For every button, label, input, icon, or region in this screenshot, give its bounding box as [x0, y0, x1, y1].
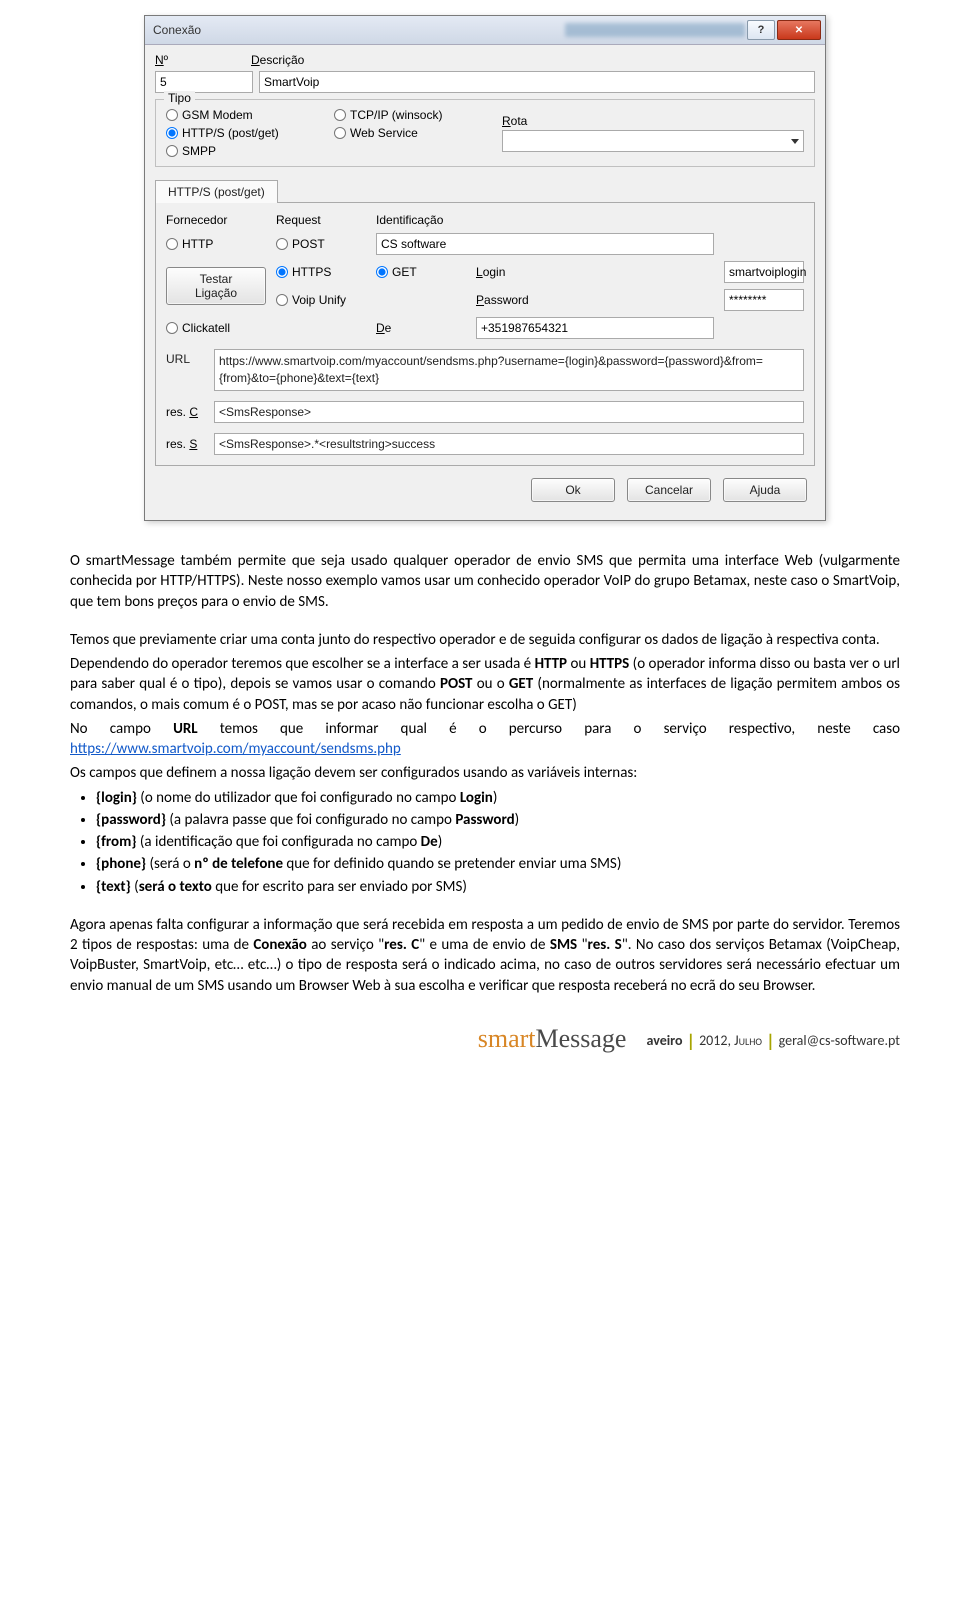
radio-gsm[interactable]: GSM Modem	[166, 108, 326, 122]
radio-http[interactable]: HTTP	[166, 237, 266, 251]
radio-clickatell[interactable]: Clickatell	[166, 321, 266, 335]
radio-webservice[interactable]: Web Service	[334, 126, 494, 140]
password-field[interactable]: ********	[724, 289, 804, 311]
para-2: Temos que previamente criar uma conta ju…	[70, 630, 900, 650]
identificacao-label: Identificação	[376, 213, 714, 227]
radio-tcpip[interactable]: TCP/IP (winsock)	[334, 108, 494, 122]
para-6: Agora apenas falta configurar a informaç…	[70, 915, 900, 996]
rota-label: Rota	[502, 114, 804, 128]
ress-label: res. S	[166, 437, 206, 451]
para-1: O smartMessage também permite que seja u…	[70, 551, 900, 612]
de-label: De	[376, 321, 466, 335]
url-field[interactable]: https://www.smartvoip.com/myaccount/send…	[214, 349, 804, 391]
var-list: {login} (o nome do utilizador que foi co…	[96, 788, 900, 897]
tipo-groupbox: Tipo GSM Modem TCP/IP (winsock) Rota HTT…	[155, 99, 815, 167]
list-item: {text} (será o texto que for escrito par…	[96, 877, 900, 897]
login-field[interactable]: smartvoiplogin	[724, 261, 804, 283]
titlebar: Conexão	[145, 16, 825, 45]
tab-http[interactable]: HTTP/S (post/get)	[155, 180, 278, 203]
tabpage-http: Fornecedor Request Identificação HTTP PO…	[155, 203, 815, 466]
window-title: Conexão	[153, 23, 545, 37]
para-3: Dependendo do operador teremos que escol…	[70, 654, 900, 715]
resc-field[interactable]: <SmsResponse>	[214, 401, 804, 423]
url-label: URL	[166, 349, 206, 391]
para-5: Os campos que definem a nossa ligação de…	[70, 763, 900, 783]
url-link[interactable]: https://www.smartvoip.com/myaccount/send…	[70, 740, 401, 758]
footer: smartMessage aveiro|2012, Julho|geral@cs…	[70, 1024, 900, 1054]
request-label: Request	[276, 213, 366, 227]
close-icon[interactable]	[777, 20, 821, 40]
radio-https[interactable]: HTTP/S (post/get)	[166, 126, 326, 140]
help-icon[interactable]	[747, 20, 775, 40]
login-label: Login	[476, 265, 714, 279]
num-field[interactable]: 5	[155, 71, 253, 93]
identificacao-field[interactable]: CS software	[376, 233, 714, 255]
list-item: {from} (a identificação que foi configur…	[96, 832, 900, 852]
radio-get[interactable]: GET	[376, 265, 466, 279]
radio-https-forn[interactable]: HTTPS	[276, 265, 366, 279]
test-connection-button[interactable]: Testar Ligação	[166, 267, 266, 306]
num-label: Nº	[155, 53, 168, 67]
ress-field[interactable]: <SmsResponse>.*<resultstring>success	[214, 433, 804, 455]
logo: smartMessage	[478, 1024, 627, 1054]
list-item: {phone} (será o nº de telefone que for d…	[96, 854, 900, 874]
help-button[interactable]: Ajuda	[723, 478, 807, 502]
fornecedor-label: Fornecedor	[166, 213, 266, 227]
list-item: {password} (a palavra passe que foi conf…	[96, 810, 900, 830]
resc-label: res. C	[166, 405, 206, 419]
tabstrip: HTTP/S (post/get)	[155, 179, 815, 203]
list-item: {login} (o nome do utilizador que foi co…	[96, 788, 900, 808]
desc-label: Descrição	[251, 53, 304, 67]
blurred-subtitle	[565, 23, 745, 37]
radio-smpp[interactable]: SMPP	[166, 144, 326, 158]
desc-field[interactable]: SmartVoip	[259, 71, 815, 93]
footer-text: aveiro|2012, Julho|geral@cs-software.pt	[646, 1028, 900, 1050]
para-4: No campo URL temos que informar qual é o…	[70, 719, 900, 760]
conexao-dialog: Conexão Nº Descrição 5 SmartVoip Tipo	[144, 15, 826, 521]
document-body: O smartMessage também permite que seja u…	[70, 551, 900, 996]
radio-voipunify[interactable]: Voip Unify	[276, 293, 366, 307]
cancel-button[interactable]: Cancelar	[627, 478, 711, 502]
de-field[interactable]: +351987654321	[476, 317, 714, 339]
ok-button[interactable]: Ok	[531, 478, 615, 502]
radio-post[interactable]: POST	[276, 237, 366, 251]
chevron-down-icon	[791, 139, 799, 144]
rota-dropdown[interactable]	[502, 130, 804, 152]
password-label: Password	[476, 293, 714, 307]
